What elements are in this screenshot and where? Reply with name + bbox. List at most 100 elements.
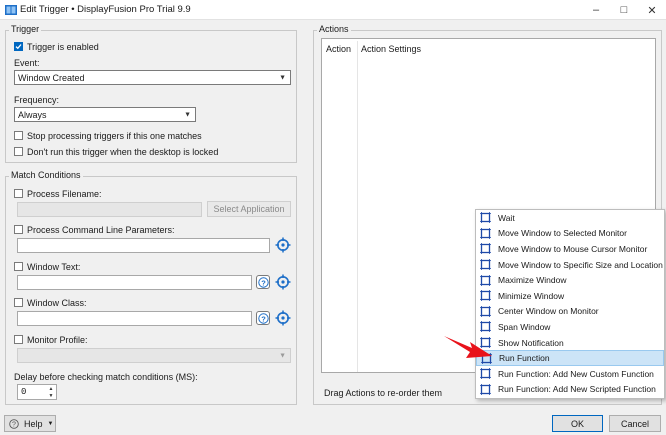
window-class-checkbox[interactable] — [14, 298, 23, 307]
menu-item-label: Run Function: Add New Scripted Function — [498, 384, 656, 395]
event-label: Event: — [14, 58, 40, 68]
menu-item-label: Run Function — [499, 353, 550, 364]
process-filename-checkbox[interactable] — [14, 189, 23, 198]
window-text-input[interactable] — [17, 275, 252, 290]
column-divider — [357, 41, 358, 372]
crosshair-target-icon[interactable] — [275, 274, 291, 290]
help-button[interactable]: ? Help ▼ — [4, 415, 56, 432]
menu-item-label: Show Notification — [498, 337, 564, 348]
menu-item-label: Span Window — [498, 321, 551, 332]
add-action-menu: Wait Move Window to Selected Monitor Mov… — [475, 209, 665, 399]
trigger-enabled-checkbox[interactable] — [14, 42, 23, 51]
red-arrow-annotation — [444, 336, 492, 358]
menu-item-move-cursor-monitor[interactable]: Move Window to Mouse Cursor Monitor — [476, 241, 664, 257]
menu-item-move-selected-monitor[interactable]: Move Window to Selected Monitor — [476, 226, 664, 242]
cancel-button[interactable]: Cancel — [609, 415, 661, 432]
trigger-enabled-label: Trigger is enabled — [27, 42, 99, 52]
menu-item-minimize[interactable]: Minimize Window — [476, 288, 664, 304]
question-icon: ? — [257, 276, 269, 288]
frequency-select[interactable]: Always ▼ — [14, 107, 196, 122]
close-button[interactable]: ✕ — [638, 0, 666, 20]
title-bar: Edit Trigger • DisplayFusion Pro Trial 9… — [0, 0, 666, 20]
minimize-button[interactable]: – — [582, 0, 610, 20]
action-icon — [480, 243, 491, 255]
process-filename-input[interactable] — [17, 202, 202, 217]
action-icon — [480, 274, 491, 286]
menu-item-center-window[interactable]: Center Window on Monitor — [476, 304, 664, 320]
help-label: Help — [24, 418, 43, 429]
select-application-label: Select Application — [213, 204, 285, 214]
chevron-down-icon: ▼ — [184, 111, 191, 118]
event-value: Window Created — [18, 72, 85, 83]
event-select[interactable]: Window Created ▼ — [14, 70, 291, 85]
ok-button[interactable]: OK — [552, 415, 603, 432]
stop-processing-checkbox[interactable] — [14, 131, 23, 140]
delay-spinner[interactable]: ▲ ▼ — [46, 385, 56, 399]
menu-item-wait[interactable]: Wait — [476, 210, 664, 226]
question-icon: ? — [257, 312, 269, 324]
col-action-header[interactable]: Action — [326, 44, 351, 54]
action-icon — [480, 368, 491, 380]
crosshair-target-icon[interactable] — [275, 310, 291, 326]
dont-run-locked-checkbox[interactable] — [14, 147, 23, 156]
window-title: Edit Trigger • DisplayFusion Pro Trial 9… — [20, 4, 191, 15]
chevron-down-icon: ▼ — [47, 420, 54, 427]
menu-item-label: Minimize Window — [498, 290, 565, 301]
window-class-help-button[interactable]: ? — [256, 311, 270, 325]
chevron-down-icon: ▼ — [279, 74, 286, 81]
action-icon — [480, 383, 491, 395]
app-icon — [5, 5, 17, 15]
svg-text:?: ? — [12, 421, 16, 428]
window-text-label: Window Text: — [27, 262, 81, 272]
cmdline-input[interactable] — [17, 238, 270, 253]
window-class-input[interactable] — [17, 311, 252, 326]
ok-label: OK — [570, 418, 584, 429]
crosshair-target-icon[interactable] — [275, 237, 291, 253]
trigger-group-title: Trigger — [9, 24, 42, 34]
check-icon — [15, 44, 22, 50]
cmdline-checkbox[interactable] — [14, 225, 23, 234]
select-application-button[interactable]: Select Application — [207, 201, 291, 217]
menu-item-add-custom-function[interactable]: Run Function: Add New Custom Function — [476, 366, 664, 382]
actions-group-title: Actions — [317, 24, 351, 34]
menu-item-show-notification[interactable]: Show Notification — [476, 335, 664, 351]
maximize-icon: □ — [620, 4, 628, 16]
maximize-button[interactable]: □ — [610, 0, 638, 20]
footer-bar: ? Help ▼ OK Cancel — [0, 411, 666, 435]
menu-item-move-specific-size[interactable]: Move Window to Specific Size and Locatio… — [476, 257, 664, 273]
col-settings-header[interactable]: Action Settings — [361, 44, 421, 54]
minimize-icon: – — [592, 4, 600, 16]
menu-item-label: Move Window to Selected Monitor — [498, 228, 627, 239]
chevron-down-icon: ▼ — [279, 352, 286, 359]
monitor-profile-label: Monitor Profile: — [27, 335, 88, 345]
menu-item-maximize[interactable]: Maximize Window — [476, 272, 664, 288]
menu-item-label: Move Window to Specific Size and Locatio… — [498, 259, 663, 270]
frequency-value: Always — [18, 109, 47, 120]
menu-item-label: Center Window on Monitor — [498, 306, 599, 317]
menu-item-label: Move Window to Mouse Cursor Monitor — [498, 243, 648, 254]
spin-up-icon[interactable]: ▲ — [49, 386, 54, 392]
action-icon — [480, 305, 491, 317]
menu-item-run-function[interactable]: Run Function — [476, 350, 664, 366]
svg-text:?: ? — [261, 278, 266, 287]
action-icon — [480, 290, 491, 302]
monitor-profile-select[interactable]: ▼ — [17, 348, 291, 363]
close-icon: ✕ — [647, 4, 657, 17]
spin-down-icon[interactable]: ▼ — [49, 393, 54, 399]
menu-item-span-window[interactable]: Span Window — [476, 319, 664, 335]
svg-text:?: ? — [261, 314, 266, 323]
delay-value: 0 — [21, 387, 27, 397]
monitor-profile-checkbox[interactable] — [14, 335, 23, 344]
window-class-label: Window Class: — [27, 298, 87, 308]
menu-item-label: Run Function: Add New Custom Function — [498, 368, 654, 379]
action-icon — [480, 259, 491, 271]
menu-item-add-scripted-function[interactable]: Run Function: Add New Scripted Function — [476, 382, 664, 398]
window-text-help-button[interactable]: ? — [256, 275, 270, 289]
help-icon: ? — [9, 418, 19, 429]
dont-run-locked-label: Don't run this trigger when the desktop … — [27, 147, 219, 157]
window-text-checkbox[interactable] — [14, 262, 23, 271]
stop-processing-label: Stop processing triggers if this one mat… — [27, 131, 202, 141]
cancel-label: Cancel — [620, 418, 649, 429]
frequency-label: Frequency: — [14, 95, 60, 105]
menu-item-label: Maximize Window — [498, 275, 567, 286]
